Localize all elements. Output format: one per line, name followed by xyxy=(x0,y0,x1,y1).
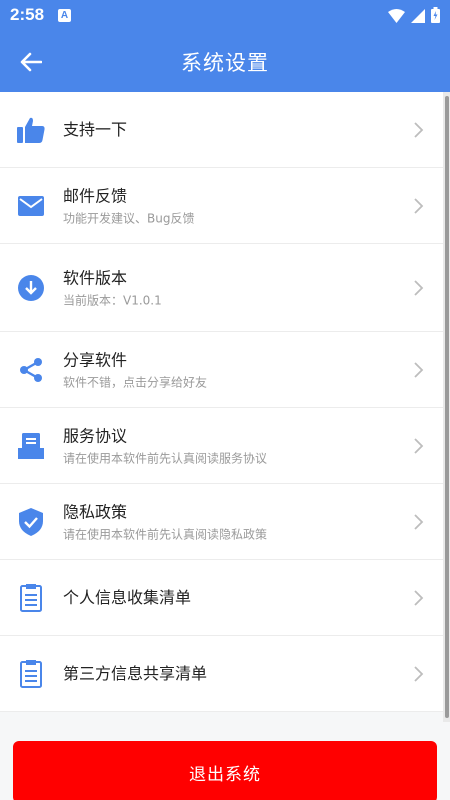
settings-item-title: 分享软件 xyxy=(63,350,128,369)
settings-item-title: 服务协议 xyxy=(63,426,128,445)
status-time: 2:58 xyxy=(10,5,45,24)
mail-icon xyxy=(16,191,46,221)
download-circle-icon xyxy=(16,273,46,303)
chevron-right-icon xyxy=(414,589,424,606)
chevron-right-icon xyxy=(414,197,424,214)
settings-item-privacy-policy[interactable]: 隐私政策 请在使用本软件前先认真阅读隐私政策 xyxy=(0,484,443,560)
chevron-right-icon xyxy=(414,279,424,296)
signal-icon xyxy=(411,8,425,27)
chevron-right-icon xyxy=(414,121,424,138)
settings-item-subtitle: 功能开发建议、Bug反馈 xyxy=(63,211,195,225)
settings-item-title: 第三方信息共享清单 xyxy=(63,663,208,683)
document-tray-icon xyxy=(16,431,46,461)
settings-item-title: 隐私政策 xyxy=(63,502,128,521)
settings-item-service-agreement[interactable]: 服务协议 请在使用本软件前先认真阅读服务协议 xyxy=(0,408,443,484)
chevron-right-icon xyxy=(414,665,424,682)
shield-check-icon xyxy=(16,507,46,537)
chevron-right-icon xyxy=(414,513,424,530)
settings-item-email-feedback[interactable]: 邮件反馈 功能开发建议、Bug反馈 xyxy=(0,168,443,244)
chevron-right-icon xyxy=(414,361,424,378)
settings-item-title: 个人信息收集清单 xyxy=(63,587,192,607)
settings-item-version[interactable]: 软件版本 当前版本：V1.0.1 xyxy=(0,244,443,332)
settings-item-support[interactable]: 支持一下 xyxy=(0,92,443,168)
settings-item-title: 邮件反馈 xyxy=(63,186,128,205)
settings-item-subtitle: 当前版本：V1.0.1 xyxy=(63,293,162,307)
clipboard-list-icon xyxy=(16,659,46,689)
logout-button[interactable]: 退出系统 xyxy=(13,741,437,800)
settings-item-title: 软件版本 xyxy=(63,268,128,287)
settings-item-title: 支持一下 xyxy=(63,119,128,139)
settings-item-share[interactable]: 分享软件 软件不错，点击分享给好友 xyxy=(0,332,443,408)
clipboard-list-icon xyxy=(16,583,46,613)
thumbs-up-icon xyxy=(16,115,46,145)
settings-item-third-party-sharing-list[interactable]: 第三方信息共享清单 xyxy=(0,636,443,712)
scrollbar-thumb[interactable] xyxy=(445,96,449,718)
settings-item-subtitle: 软件不错，点击分享给好友 xyxy=(63,375,208,389)
settings-item-subtitle: 请在使用本软件前先认真阅读隐私政策 xyxy=(63,527,268,541)
share-icon xyxy=(16,355,46,385)
battery-icon xyxy=(431,7,440,27)
settings-list: 支持一下 邮件反馈 功能开发建议、Bug反馈 软件版本 当前版本：V1.0.1 … xyxy=(0,92,443,712)
wifi-icon xyxy=(388,8,405,27)
settings-item-subtitle: 请在使用本软件前先认真阅读服务协议 xyxy=(63,451,268,465)
settings-item-personal-info-list[interactable]: 个人信息收集清单 xyxy=(0,560,443,636)
chevron-right-icon xyxy=(414,437,424,454)
keyboard-indicator-icon: A xyxy=(58,9,71,22)
status-bar: 2:58 A xyxy=(0,0,450,32)
app-bar: 系统设置 xyxy=(0,32,450,92)
page-title: 系统设置 xyxy=(181,51,269,75)
